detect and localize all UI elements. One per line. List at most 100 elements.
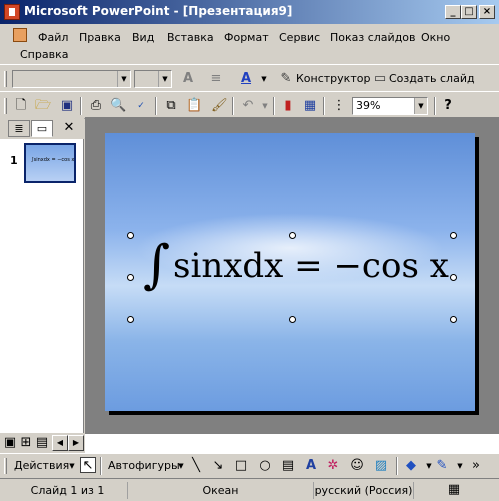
- font-color-icon[interactable]: A: [238, 71, 254, 87]
- close-button[interactable]: ×: [479, 5, 495, 19]
- show-grid-icon[interactable]: ⋮: [331, 98, 347, 114]
- chevron-down-icon[interactable]: ▼: [173, 458, 189, 474]
- paste-icon[interactable]: 📋: [186, 98, 202, 114]
- slide-thumbnail[interactable]: ∫sinxdx = −cos x: [24, 143, 76, 183]
- toolbar-separator: [155, 97, 157, 115]
- undo-icon[interactable]: ↶: [240, 98, 256, 114]
- new-document-icon[interactable]: 🗋: [13, 98, 29, 114]
- slide-sorter-icon[interactable]: ⊞: [18, 435, 34, 451]
- oval-tool-icon[interactable]: ○: [257, 458, 273, 474]
- resize-handle-sw[interactable]: [127, 316, 134, 323]
- autoshapes-menu[interactable]: Автофигуры: [108, 459, 180, 472]
- pane-header: ≣ ▭ ✕: [0, 117, 84, 139]
- menu-slideshow[interactable]: Показ слайдов: [330, 31, 416, 44]
- zoom-value: 39%: [356, 99, 381, 112]
- toolbar-grip[interactable]: [4, 458, 7, 474]
- toolbar-separator: [80, 97, 82, 115]
- tab-slides[interactable]: ▭: [31, 120, 53, 137]
- indent-icon[interactable]: ≡: [208, 71, 224, 87]
- save-icon[interactable]: ▣: [59, 98, 75, 114]
- normal-view-icon[interactable]: ▣: [2, 435, 18, 451]
- menu-window[interactable]: Окно: [421, 31, 450, 44]
- select-pointer-icon[interactable]: ↖: [80, 457, 96, 473]
- formula-object[interactable]: ∫ sinxdx = −cos x: [137, 232, 467, 302]
- resize-handle-e[interactable]: [450, 274, 457, 281]
- line-tool-icon[interactable]: ╲: [188, 458, 204, 474]
- clipart-icon[interactable]: ☺: [349, 458, 365, 474]
- menu-file[interactable]: Файл: [38, 31, 68, 44]
- toolbar-grip[interactable]: [4, 71, 7, 87]
- chevron-down-icon[interactable]: ▼: [158, 71, 171, 87]
- toolbar-separator: [232, 97, 234, 115]
- designer-button[interactable]: Конструктор: [296, 72, 370, 85]
- menu-view[interactable]: Вид: [132, 31, 154, 44]
- menu-help[interactable]: Справка: [20, 48, 68, 61]
- standard-toolbar: 🗋 🗁 ▣ ⎙ 🔍 ✓ ⧉ 📋 🖌 ↶ ▼ ▮ ▦ ⋮ 39% ▼ ?: [0, 91, 499, 119]
- menu-insert[interactable]: Вставка: [167, 31, 214, 44]
- menu-bar: [0, 24, 499, 64]
- minimize-button[interactable]: _: [445, 5, 461, 19]
- wordart-icon[interactable]: A: [303, 458, 319, 474]
- scroll-left-button[interactable]: ◀: [52, 435, 68, 451]
- close-pane-icon[interactable]: ✕: [61, 120, 77, 136]
- powerpoint-app-icon[interactable]: [4, 4, 20, 20]
- toolbar-separator: [434, 97, 436, 115]
- resize-handle-s[interactable]: [289, 316, 296, 323]
- tab-outline[interactable]: ≣: [8, 120, 30, 137]
- chevron-down-icon[interactable]: ▼: [257, 98, 273, 114]
- document-icon[interactable]: [13, 28, 27, 42]
- print-preview-icon[interactable]: 🔍: [110, 98, 126, 114]
- line-color-icon[interactable]: ✎: [434, 458, 450, 474]
- resize-handle-n[interactable]: [289, 232, 296, 239]
- notes-pane[interactable]: [85, 433, 499, 453]
- resize-handle-se[interactable]: [450, 316, 457, 323]
- arrow-tool-icon[interactable]: ↘: [210, 458, 226, 474]
- increase-font-icon[interactable]: A: [180, 71, 196, 87]
- picture-icon[interactable]: ▨: [373, 458, 389, 474]
- toolbar-separator: [323, 97, 325, 115]
- textbox-tool-icon[interactable]: ▤: [280, 458, 296, 474]
- insert-chart-icon[interactable]: ▮: [280, 98, 296, 114]
- slideshow-view-icon[interactable]: ▤: [34, 435, 50, 451]
- scroll-right-button[interactable]: ▶: [68, 435, 84, 451]
- toolbar-separator: [273, 97, 275, 115]
- rectangle-tool-icon[interactable]: □: [233, 458, 249, 474]
- chevron-down-icon[interactable]: ▼: [452, 458, 468, 474]
- font-size-combo[interactable]: ▼: [134, 70, 172, 88]
- new-slide-button[interactable]: Создать слайд: [389, 72, 475, 85]
- status-bar: Слайд 1 из 1 Океан русский (Россия) ▦: [0, 478, 499, 501]
- fill-color-icon[interactable]: ◆: [403, 458, 419, 474]
- formula-expression: sinxdx = −cos x: [173, 246, 449, 286]
- insert-table-icon[interactable]: ▦: [302, 98, 318, 114]
- menu-format[interactable]: Формат: [224, 31, 269, 44]
- zoom-combo[interactable]: 39% ▼: [352, 97, 428, 115]
- slide-canvas[interactable]: ∫ sinxdx = −cos x: [105, 133, 475, 411]
- window-title: Microsoft PowerPoint - [Презентация9]: [24, 4, 293, 18]
- resize-handle-nw[interactable]: [127, 232, 134, 239]
- print-icon[interactable]: ⎙: [88, 98, 104, 114]
- diagram-icon[interactable]: ✲: [325, 458, 341, 474]
- resize-handle-ne[interactable]: [450, 232, 457, 239]
- spelling-status-icon[interactable]: ▦: [446, 482, 462, 498]
- chevron-down-icon[interactable]: ▼: [414, 98, 427, 114]
- format-painter-icon[interactable]: 🖌: [211, 98, 228, 114]
- help-icon[interactable]: ?: [440, 98, 456, 114]
- chevron-down-icon[interactable]: ▼: [256, 71, 272, 87]
- more-buttons-icon[interactable]: »: [468, 458, 484, 474]
- designer-icon[interactable]: ✎: [278, 71, 294, 87]
- thumbnail-text: ∫sinxdx = −cos x: [31, 157, 75, 163]
- toolbar-grip[interactable]: [4, 98, 7, 114]
- resize-handle-w[interactable]: [127, 274, 134, 281]
- maximize-button[interactable]: □: [461, 5, 477, 19]
- chevron-down-icon[interactable]: ▼: [64, 458, 80, 474]
- actions-menu[interactable]: Действия: [14, 459, 69, 472]
- menu-edit[interactable]: Правка: [79, 31, 121, 44]
- menu-tools[interactable]: Сервис: [279, 31, 320, 44]
- font-name-combo[interactable]: ▼: [12, 70, 131, 88]
- slide-number: 1: [10, 154, 18, 167]
- copy-icon[interactable]: ⧉: [163, 98, 179, 114]
- spelling-icon[interactable]: ✓: [133, 98, 149, 114]
- chevron-down-icon[interactable]: ▼: [117, 71, 130, 87]
- open-folder-icon[interactable]: 🗁: [35, 98, 51, 114]
- new-slide-icon[interactable]: ▭: [372, 71, 388, 87]
